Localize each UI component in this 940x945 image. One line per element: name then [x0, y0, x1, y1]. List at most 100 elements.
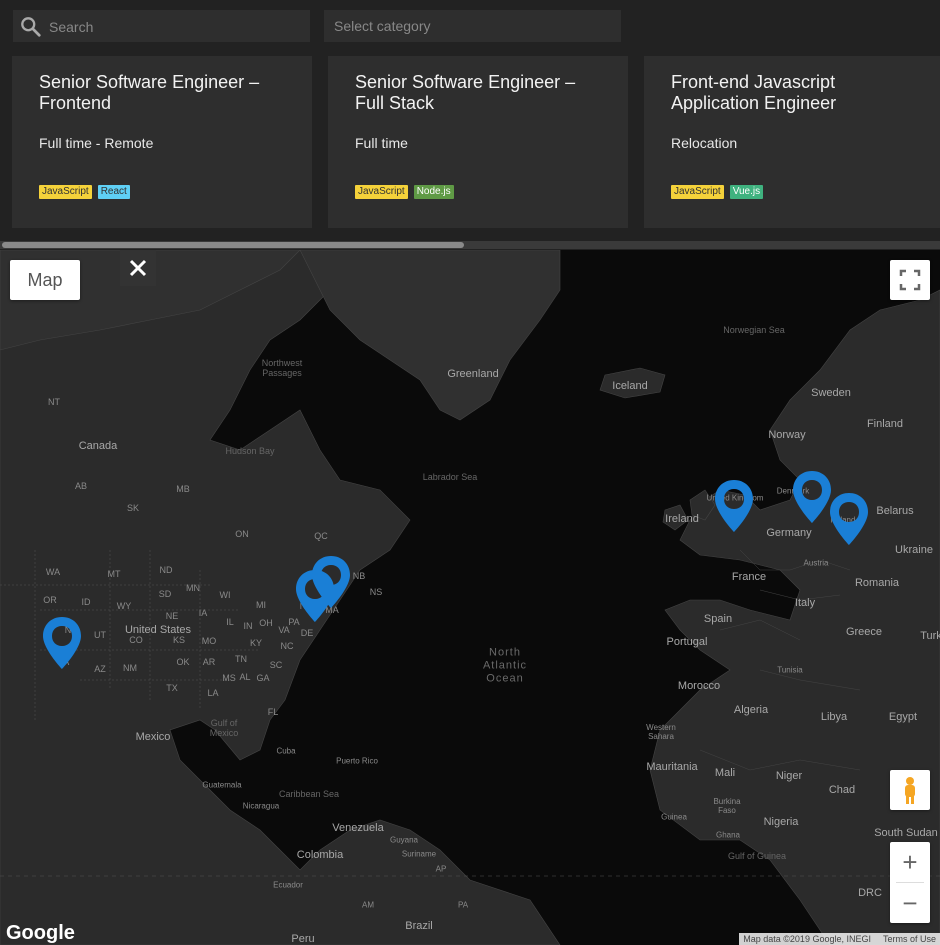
map-label: Venezuela: [332, 822, 383, 834]
zoom-out-button[interactable]: −: [890, 883, 930, 923]
map-label: KY: [250, 638, 262, 648]
map-label: WY: [117, 601, 132, 611]
map-label: IN: [244, 621, 253, 631]
map-label: NS: [370, 587, 383, 597]
map-label: SC: [270, 660, 283, 670]
map-label: AL: [239, 672, 250, 682]
scrollbar-thumb[interactable]: [2, 242, 464, 248]
job-type: Full time: [355, 135, 408, 151]
job-type: Full time - Remote: [39, 135, 153, 151]
map-pin[interactable]: [310, 554, 352, 610]
map-label: Italy: [795, 597, 815, 609]
map-label: Caribbean Sea: [279, 789, 339, 799]
map-label: SK: [127, 503, 139, 513]
map-label: Ghana: [716, 831, 740, 840]
street-view-button[interactable]: [890, 770, 930, 810]
map-label: Algeria: [734, 704, 768, 716]
map-label: MI: [256, 600, 266, 610]
map-label: DE: [301, 628, 314, 638]
map-label: Libya: [821, 711, 847, 723]
job-card[interactable]: Front-end Javascript Application Enginee…: [644, 56, 940, 228]
map-label: PA: [458, 901, 468, 910]
map-label: Morocco: [678, 680, 720, 692]
map-pin[interactable]: [713, 478, 755, 534]
tag: JavaScript: [355, 185, 408, 199]
map-label: France: [732, 571, 766, 583]
map-label: TN: [235, 654, 247, 664]
map-label: Finland: [867, 418, 903, 430]
map-label: Nicaragua: [243, 802, 279, 811]
close-map-button[interactable]: [120, 250, 156, 286]
map-label: Colombia: [297, 849, 343, 861]
terms-link[interactable]: Terms of Use: [883, 933, 936, 945]
search-icon: [20, 16, 42, 38]
map-label: GA: [256, 673, 269, 683]
search-box[interactable]: [13, 10, 310, 42]
search-input[interactable]: [47, 10, 306, 44]
map-label: KS: [173, 635, 185, 645]
map-label: Suriname: [402, 850, 436, 859]
job-title: Senior Software Engineer – Full Stack: [355, 72, 601, 114]
map-label: ON: [235, 529, 249, 539]
map-label: NM: [123, 663, 137, 673]
job-tags: JavaScript Node.js: [355, 185, 454, 199]
map-label: ND: [160, 565, 173, 575]
map-label: MN: [186, 583, 200, 593]
map-label: Puerto Rico: [336, 757, 378, 766]
fullscreen-icon: [890, 260, 930, 300]
map-pin[interactable]: [41, 615, 83, 671]
tag: JavaScript: [671, 185, 724, 199]
map-label: OH: [259, 618, 273, 628]
map-label: Chad: [829, 784, 855, 796]
map-label: Tunisia: [777, 666, 803, 675]
map-pin[interactable]: [828, 491, 870, 547]
map-label: MO: [202, 636, 217, 646]
map-label: MB: [176, 484, 190, 494]
job-card[interactable]: Senior Software Engineer – Full Stack Fu…: [328, 56, 628, 228]
map-label: FL: [268, 707, 279, 717]
map-label: Austria: [804, 559, 829, 568]
map-label: Ukraine: [895, 544, 933, 556]
map-label: WA: [46, 567, 60, 577]
map-label: OK: [176, 657, 189, 667]
map-label: CO: [129, 635, 143, 645]
map-label: NT: [48, 397, 60, 407]
map-label: AM: [362, 901, 374, 910]
map-label: Peru: [291, 933, 314, 945]
tag: JavaScript: [39, 185, 92, 199]
job-tags: JavaScript Vue.js: [671, 185, 763, 199]
zoom-control: + −: [890, 842, 930, 923]
map-label: AP: [436, 865, 447, 874]
map-label: IA: [199, 608, 208, 618]
job-card[interactable]: Senior Software Engineer – Frontend Full…: [12, 56, 312, 228]
tag: Vue.js: [730, 185, 763, 199]
map-label: Ecuador: [273, 881, 303, 890]
pegman-icon: [890, 770, 930, 810]
map-label: AB: [75, 481, 87, 491]
map-label: South Sudan: [874, 827, 938, 839]
fullscreen-button[interactable]: [890, 260, 930, 300]
job-type: Relocation: [671, 135, 737, 151]
category-select[interactable]: Select category: [324, 10, 621, 42]
map-label: Gulf of Guinea: [728, 851, 786, 861]
map-label: Mexico: [136, 731, 171, 743]
map-type-button[interactable]: Map: [10, 260, 80, 300]
map-label: AR: [203, 657, 216, 667]
map-label: QC: [314, 531, 328, 541]
map-label: Niger: [776, 770, 802, 782]
map-label: Mali: [715, 767, 735, 779]
map-label: Egypt: [889, 711, 917, 723]
job-title: Front-end Javascript Application Enginee…: [671, 72, 913, 114]
map-pin[interactable]: [791, 469, 833, 525]
map-label: NB: [353, 571, 366, 581]
map-label: SD: [159, 589, 172, 599]
tag: React: [98, 185, 130, 199]
map-label: ID: [82, 597, 91, 607]
map[interactable]: Canada United States Mexico Greenland Ic…: [0, 250, 940, 945]
zoom-in-button[interactable]: +: [890, 842, 930, 882]
map-label: Canada: [79, 440, 118, 452]
attribution-text: Map data ©2019 Google, INEGI: [743, 933, 871, 945]
tag: Node.js: [414, 185, 454, 199]
map-label: LA: [207, 688, 218, 698]
map-label: Sweden: [811, 387, 851, 399]
